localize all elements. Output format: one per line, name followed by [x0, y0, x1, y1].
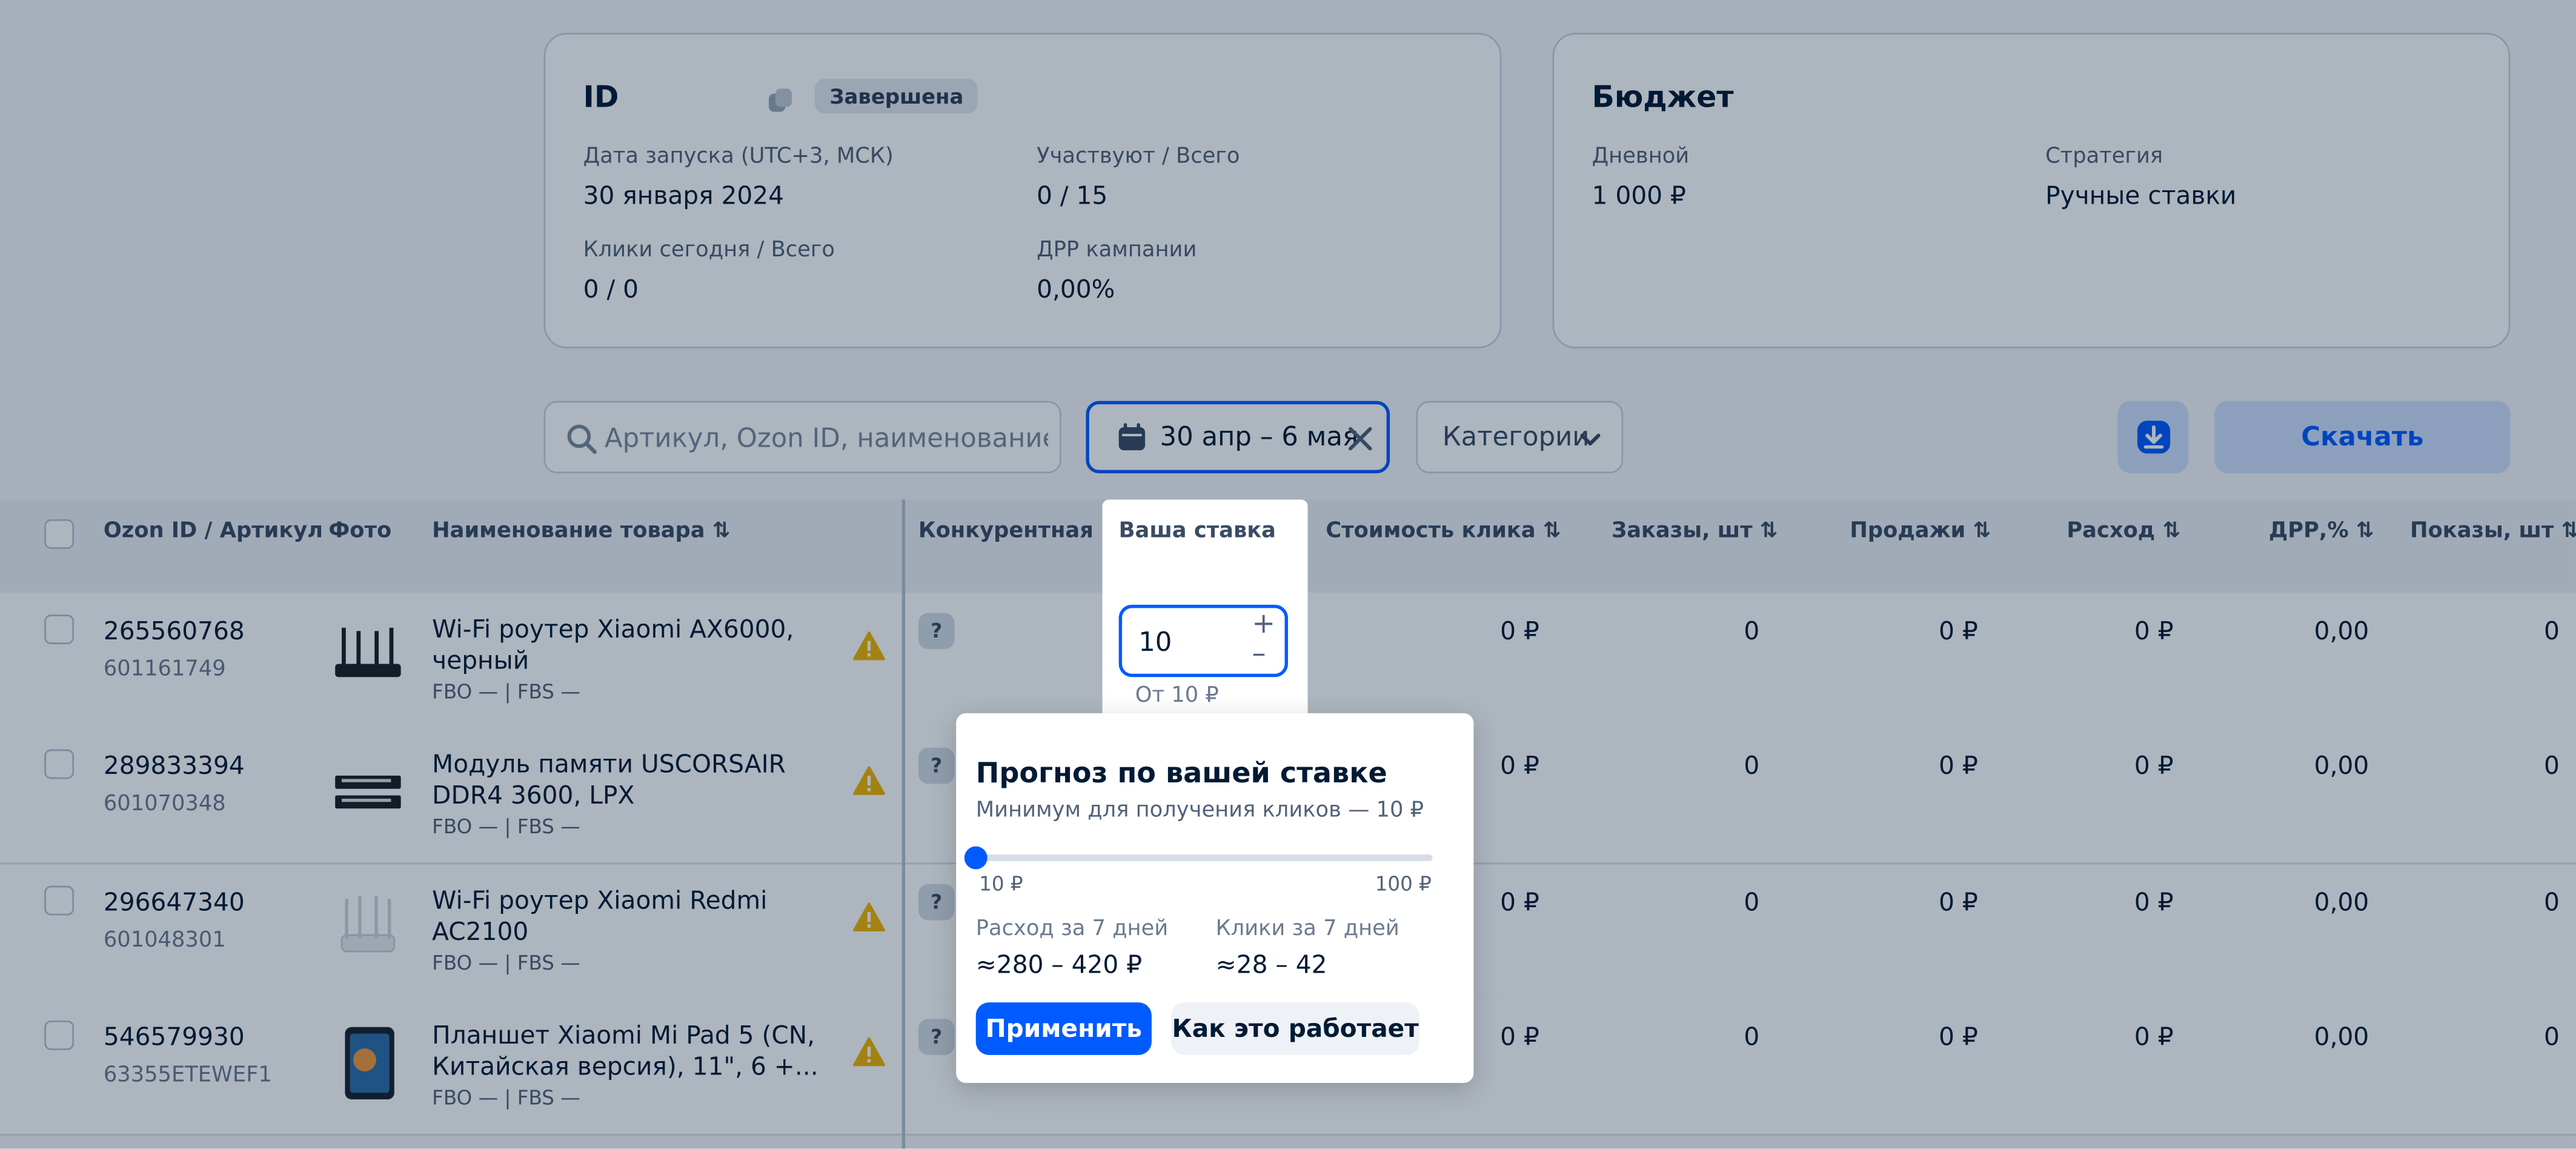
- bid-min-hint: От 10 ₽: [1135, 684, 1219, 708]
- forecast-subtitle: Минимум для получения кликов — 10 ₽: [975, 798, 1424, 824]
- bid-slider-handle[interactable]: [964, 846, 988, 870]
- forecast-title: Прогноз по вашей ставке: [975, 758, 1387, 791]
- bid-column: Ваша ставка 10 + – От 10 ₽: [1102, 499, 1308, 730]
- apply-button[interactable]: Применить: [975, 1002, 1152, 1055]
- col-your-bid: Ваша ставка: [1118, 519, 1276, 544]
- forecast-popup: Прогноз по вашей ставке Минимум для полу…: [956, 713, 1474, 1084]
- bid-input-value[interactable]: 10: [1138, 626, 1172, 658]
- minus-icon[interactable]: –: [1252, 638, 1266, 670]
- how-it-works-button[interactable]: Как это работает: [1171, 1002, 1419, 1055]
- plus-icon[interactable]: +: [1252, 608, 1275, 641]
- bid-slider-track[interactable]: [964, 846, 1433, 870]
- slider-max-label: 100 ₽: [1375, 872, 1432, 896]
- clicks-forecast-value: ≈28 – 42: [1215, 950, 1327, 980]
- slider-min-label: 10 ₽: [979, 872, 1023, 896]
- bid-stepper[interactable]: 10 + –: [1118, 604, 1288, 678]
- expense-forecast-label: Расход за 7 дней: [975, 917, 1169, 942]
- clicks-forecast-label: Клики за 7 дней: [1215, 917, 1399, 942]
- expense-forecast-value: ≈280 – 420 ₽: [975, 950, 1143, 980]
